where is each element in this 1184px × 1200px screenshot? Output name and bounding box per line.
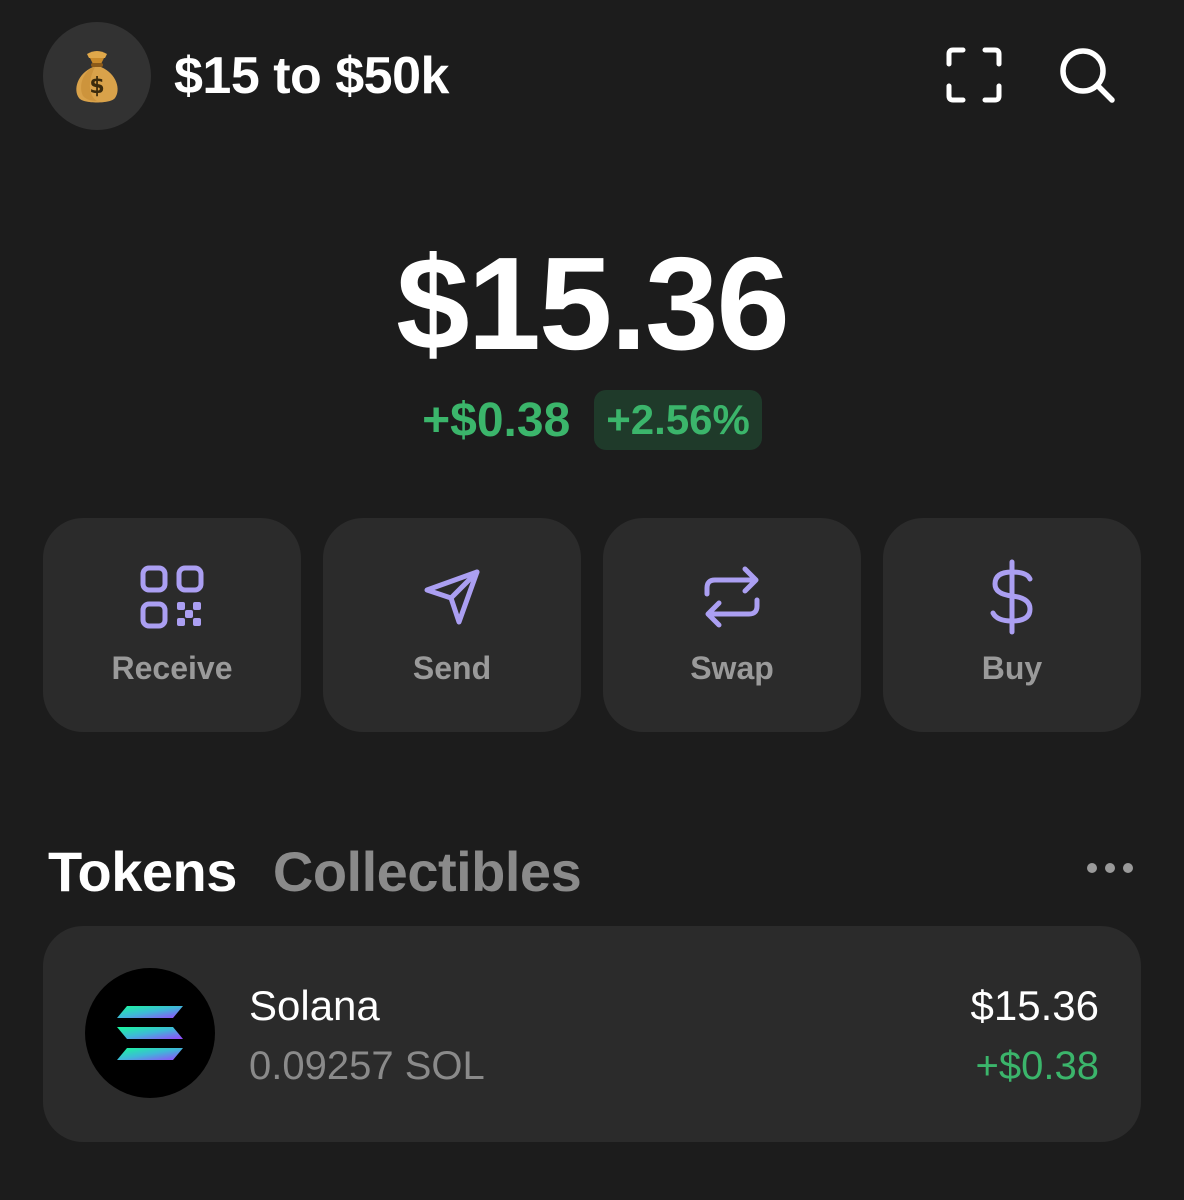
wallet-screen: $ $15 to $50k $15.36 +$0.38 +2.56% Recei… — [0, 0, 1184, 1200]
search-button[interactable] — [1054, 42, 1120, 108]
more-dot-icon — [1087, 863, 1097, 873]
swap-icon — [704, 566, 760, 628]
token-name: Solana — [249, 982, 380, 1029]
svg-text:$: $ — [89, 74, 104, 99]
more-options-button[interactable] — [1080, 848, 1140, 888]
header: $ $15 to $50k — [0, 0, 1184, 150]
qr-code-icon — [140, 565, 204, 629]
scan-icon — [946, 47, 1002, 103]
token-change: +$0.38 — [975, 1044, 1099, 1088]
solana-logo-icon — [117, 1006, 183, 1060]
account-title[interactable]: $15 to $50k — [174, 46, 449, 106]
token-amount: 0.09257 SOL — [249, 1044, 485, 1088]
balance-change-percent-badge: +2.56% — [594, 390, 762, 450]
send-button[interactable]: Send — [323, 518, 581, 732]
total-balance: $15.36 — [396, 230, 790, 377]
buy-button[interactable]: Buy — [883, 518, 1141, 732]
scan-button[interactable] — [941, 42, 1007, 108]
balance-change-amount: +$0.38 — [422, 393, 571, 447]
receive-button[interactable]: Receive — [43, 518, 301, 732]
swap-label: Swap — [690, 650, 774, 686]
receive-label: Receive — [111, 650, 233, 686]
token-logo — [85, 968, 215, 1098]
money-bag-icon: $ — [76, 51, 118, 103]
balance-change: +$0.38 +2.56% — [0, 388, 1184, 452]
buy-label: Buy — [981, 650, 1043, 686]
more-dot-icon — [1105, 863, 1115, 873]
send-icon — [424, 569, 480, 625]
token-row-solana[interactable]: Solana 0.09257 SOL $15.36 +$0.38 — [43, 926, 1141, 1142]
tab-tokens[interactable]: Tokens — [48, 839, 237, 904]
account-avatar[interactable]: $ — [43, 22, 151, 130]
more-dot-icon — [1123, 863, 1133, 873]
search-icon — [1060, 48, 1115, 103]
asset-tabs: Tokens Collectibles — [48, 836, 582, 906]
dollar-icon — [990, 559, 1033, 635]
tab-collectibles[interactable]: Collectibles — [273, 839, 582, 904]
action-bar: Receive Send Swap Buy — [43, 518, 1141, 732]
send-label: Send — [412, 650, 492, 686]
token-value: $15.36 — [970, 982, 1099, 1029]
swap-button[interactable]: Swap — [603, 518, 861, 732]
